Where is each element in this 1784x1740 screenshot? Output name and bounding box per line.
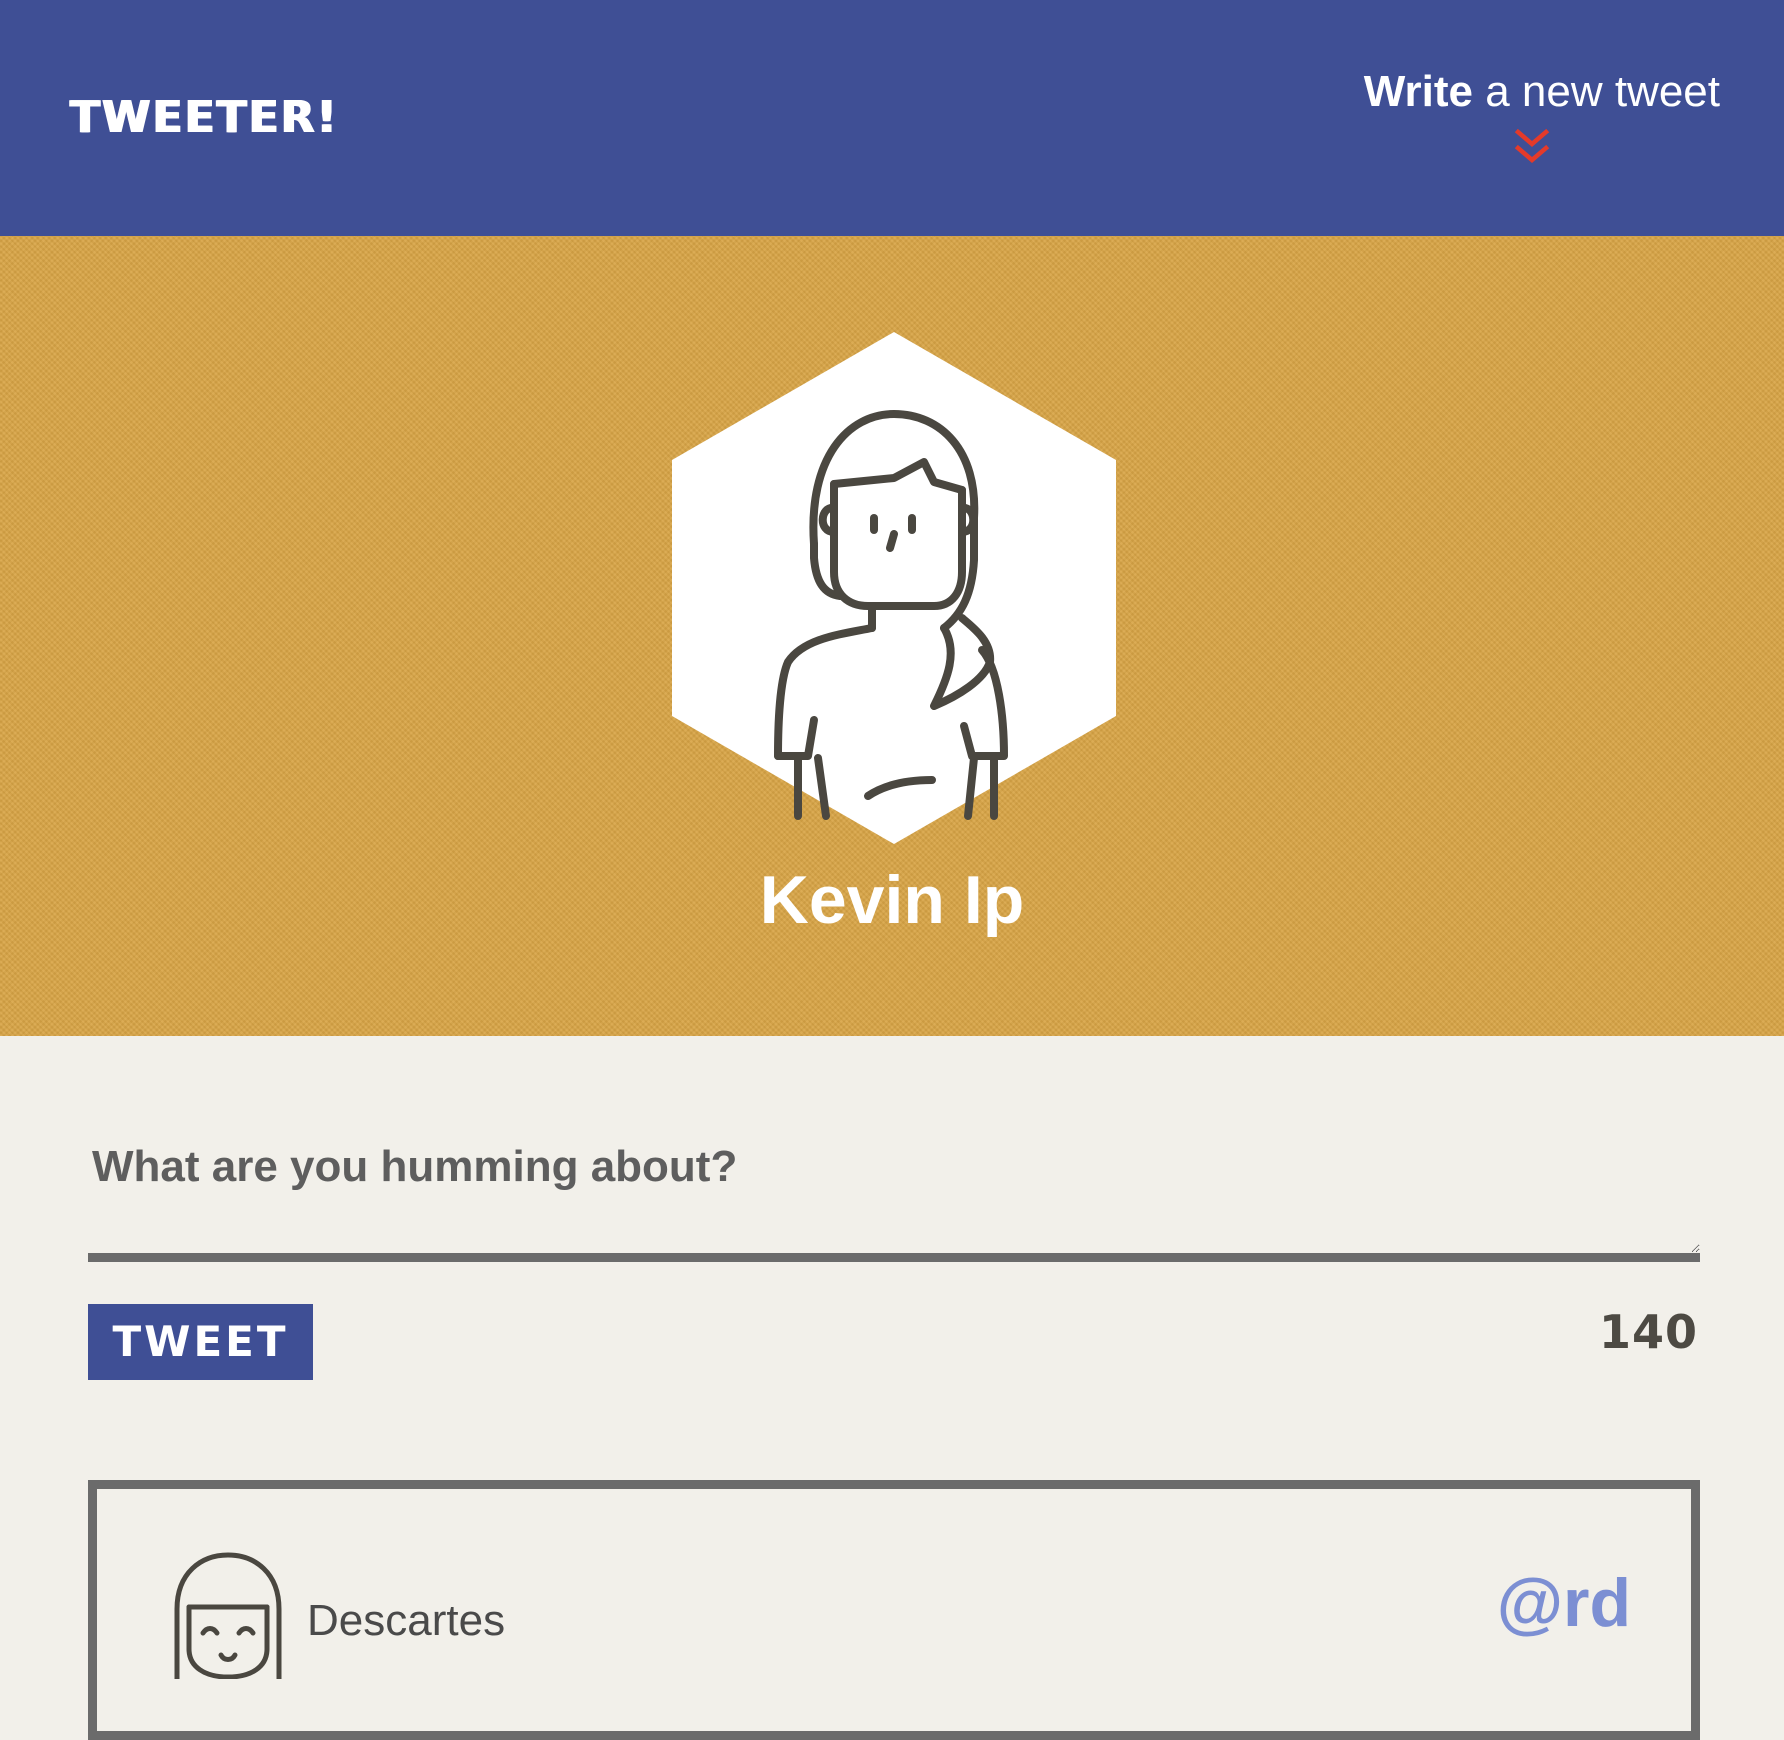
tweet-author-handle[interactable]: @rd [1497,1561,1631,1645]
brand-logo[interactable]: TWEETER! [70,88,339,148]
navbar: TWEETER! Write a new tweet [0,0,1784,236]
write-new-tweet-label: Write a new tweet [1340,60,1720,124]
tweet-input[interactable] [88,1112,1700,1262]
double-chevron-down-icon[interactable] [1512,126,1552,170]
tweet-card: Descartes @rd [88,1480,1700,1740]
tweet-button[interactable]: TWEET [88,1304,313,1380]
character-counter: 140 [1598,1305,1698,1359]
profile-header: Kevin Ip [0,236,1784,1036]
profile-name: Kevin Ip [759,862,1025,938]
tweet-composer [88,1112,1700,1262]
tweet-author-name: Descartes [307,1596,506,1645]
compose-rest-text: a new tweet [1472,67,1720,116]
write-new-tweet-link[interactable]: Write a new tweet [1340,60,1720,180]
compose-bold-text: Write [1363,67,1473,116]
woman-avatar-icon [672,332,1116,844]
person-avatar-icon [174,1552,282,1679]
